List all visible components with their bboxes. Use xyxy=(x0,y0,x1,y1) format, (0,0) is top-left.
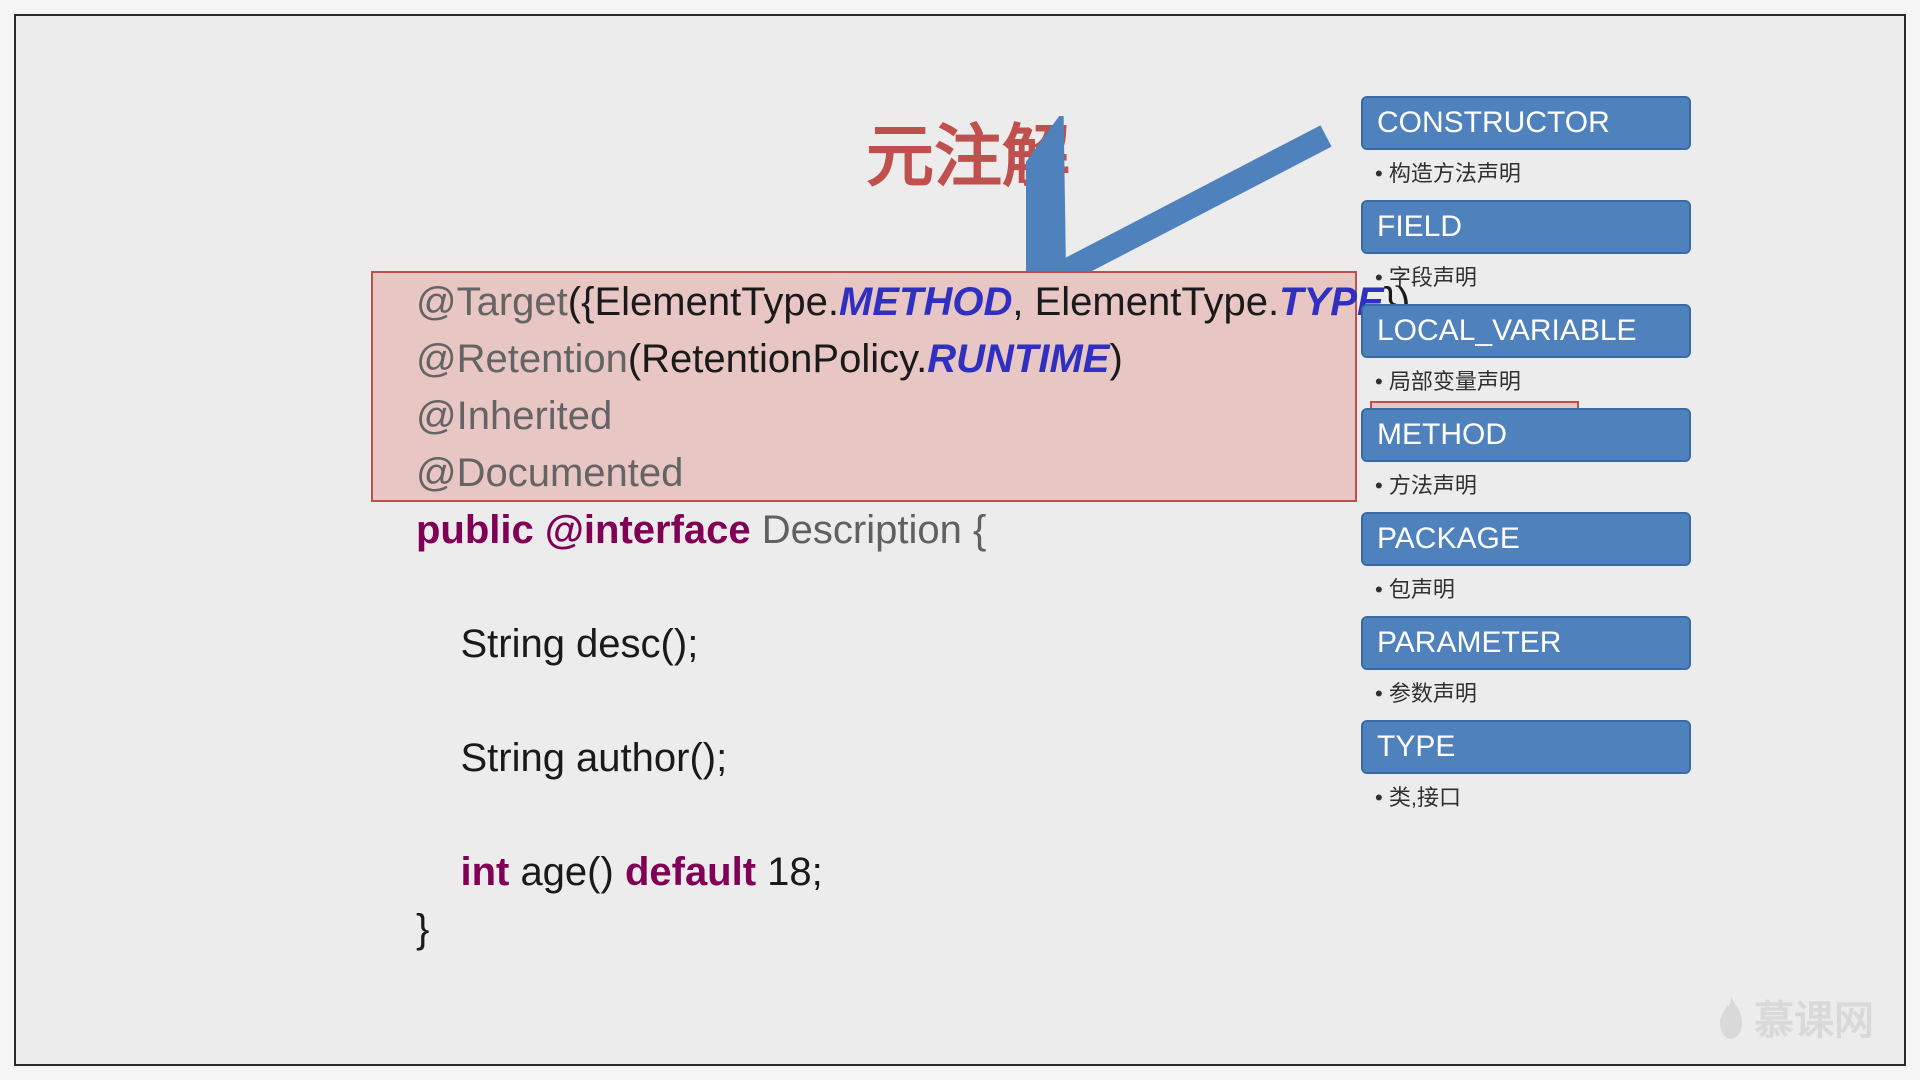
code-token: ) xyxy=(1109,337,1122,381)
element-type-panel: CONSTRUCTOR 构造方法声明 FIELD 字段声明 LOCAL_VARI… xyxy=(1361,96,1691,824)
watermark-logo: 慕课网 xyxy=(1714,988,1874,1046)
panel-desc: 构造方法声明 xyxy=(1361,150,1691,194)
code-token: 18; xyxy=(767,850,823,894)
panel-desc: 字段声明 xyxy=(1361,254,1691,298)
code-token: @interface xyxy=(545,508,762,552)
slide-frame: 元注解 @Target({ElementType.METHOD, Element… xyxy=(14,14,1906,1066)
code-token: METHOD xyxy=(839,280,1012,324)
panel-item: CONSTRUCTOR 构造方法声明 xyxy=(1361,96,1691,194)
panel-head: TYPE xyxy=(1361,720,1691,774)
code-token: age() xyxy=(520,850,625,894)
code-token: @Retention xyxy=(416,337,628,381)
code-token: @Target xyxy=(416,280,568,324)
flame-icon xyxy=(1714,995,1748,1039)
code-token: , ElementType. xyxy=(1012,280,1279,324)
panel-item: LOCAL_VARIABLE 局部变量声明 xyxy=(1361,304,1691,402)
code-token: } xyxy=(416,907,429,951)
panel-item: TYPE 类,接口 xyxy=(1361,720,1691,818)
code-token: @Documented xyxy=(416,451,683,495)
panel-head: LOCAL_VARIABLE xyxy=(1361,304,1691,358)
code-token: default xyxy=(625,850,767,894)
panel-item: PARAMETER 参数声明 xyxy=(1361,616,1691,714)
code-token: ({ElementType. xyxy=(568,280,839,324)
panel-desc: 局部变量声明 xyxy=(1361,358,1691,402)
panel-item: PACKAGE 包声明 xyxy=(1361,512,1691,610)
panel-item: FIELD 字段声明 xyxy=(1361,200,1691,298)
code-token: String desc(); xyxy=(416,622,698,666)
code-block: @Target({ElementType.METHOD, ElementType… xyxy=(416,274,1410,958)
panel-head: CONSTRUCTOR xyxy=(1361,96,1691,150)
panel-head: FIELD xyxy=(1361,200,1691,254)
code-token: int xyxy=(460,850,520,894)
code-token: (RetentionPolicy. xyxy=(628,337,927,381)
panel-desc: 包声明 xyxy=(1361,566,1691,610)
code-token: String author(); xyxy=(416,736,727,780)
panel-head: PARAMETER xyxy=(1361,616,1691,670)
arrow-icon xyxy=(1026,116,1356,296)
code-token xyxy=(416,850,460,894)
logo-text: 慕课网 xyxy=(1754,988,1874,1046)
slide-title: 元注解 xyxy=(866,101,1070,200)
panel-item: METHOD 方法声明 xyxy=(1361,408,1691,506)
panel-desc: 参数声明 xyxy=(1361,670,1691,714)
code-token: Description { xyxy=(762,508,987,552)
code-token: RUNTIME xyxy=(927,337,1109,381)
panel-desc: 类,接口 xyxy=(1361,774,1691,818)
panel-desc: 方法声明 xyxy=(1361,462,1691,506)
code-token: public xyxy=(416,508,545,552)
panel-head: PACKAGE xyxy=(1361,512,1691,566)
code-token: @Inherited xyxy=(416,394,612,438)
panel-head: METHOD xyxy=(1361,408,1691,462)
